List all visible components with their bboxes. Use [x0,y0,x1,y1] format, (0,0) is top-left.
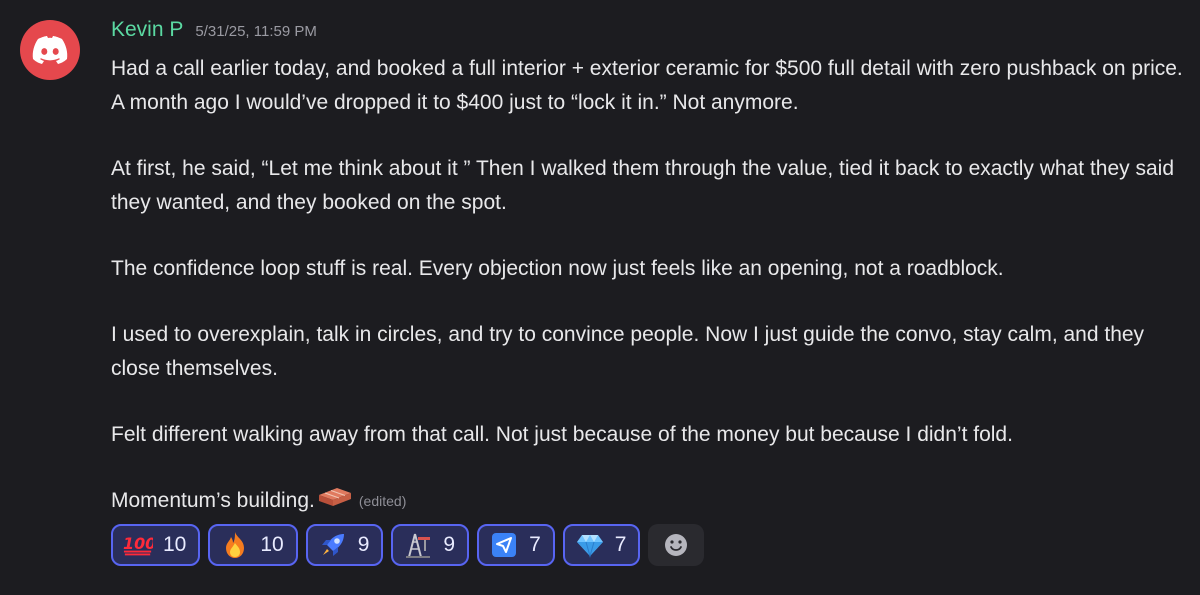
last-line-text: Momentum’s building. [111,489,315,512]
hundred-points-icon: 100 [123,532,153,558]
discord-logo-icon [32,36,68,64]
reaction-oil-derrick[interactable]: 9 [391,524,470,566]
reactions-bar: 100 10 10 9 9 7 7 [111,524,1186,566]
fire-icon [220,532,250,558]
gem-icon [575,532,605,558]
reaction-send-arrow[interactable]: 7 [477,524,555,566]
oil-derrick-icon [403,532,433,558]
chat-message: Kevin P 5/31/25, 11:59 PM Had a call ear… [0,0,1200,595]
send-arrow-icon [489,532,519,558]
rocket-icon [318,532,348,558]
reaction-fire[interactable]: 10 [208,524,298,566]
username[interactable]: Kevin P [111,18,183,42]
svg-text:100: 100 [123,534,153,553]
reaction-count: 9 [357,533,370,556]
avatar[interactable] [20,20,80,80]
message-body: Had a call earlier today, and booked a f… [111,52,1186,518]
message-paragraph: Felt different walking away from that ca… [111,423,1013,446]
message-paragraph: At first, he said, “Let me think about i… [111,157,1175,214]
reaction-gem[interactable]: 7 [562,524,641,566]
timestamp: 5/31/25, 11:59 PM [195,23,317,40]
reaction-rocket[interactable]: 9 [305,524,384,566]
message-content: Kevin P 5/31/25, 11:59 PM Had a call ear… [111,18,1186,566]
smiley-add-reaction-icon [665,534,688,556]
reaction-hundred[interactable]: 100 10 [111,524,201,566]
reaction-count: 10 [260,533,284,556]
reaction-count: 7 [529,533,541,556]
brick-icon [317,484,353,518]
reaction-count: 9 [443,533,456,556]
add-reaction-button[interactable] [648,524,705,566]
message-paragraph: I used to overexplain, talk in circles, … [111,323,1145,380]
reaction-count: 7 [614,533,627,556]
message-paragraph: The confidence loop stuff is real. Every… [111,257,1004,280]
reaction-count: 10 [163,533,187,556]
message-paragraph: Had a call earlier today, and booked a f… [111,57,1183,114]
edited-label: (edited) [358,493,407,509]
message-header: Kevin P 5/31/25, 11:59 PM [111,18,1186,48]
message-last-line: Momentum’s building. (edited) [111,484,1186,518]
